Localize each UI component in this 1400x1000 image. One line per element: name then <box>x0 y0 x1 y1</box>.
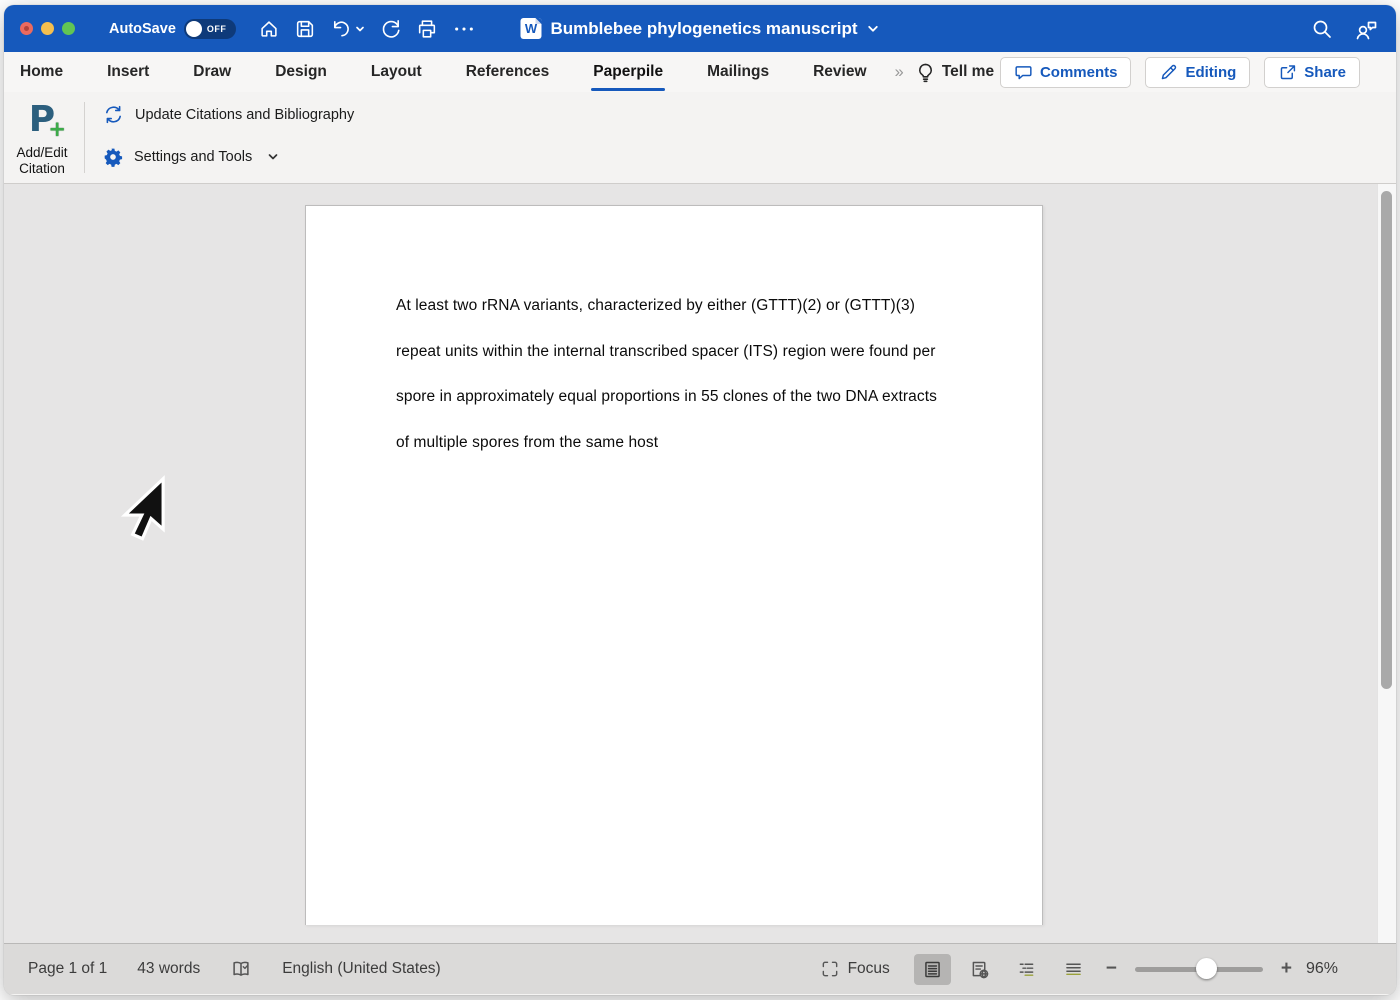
autosave-control: AutoSave OFF <box>109 19 236 39</box>
settings-chevron-down-icon <box>267 151 279 163</box>
web-layout-view-button[interactable] <box>961 954 998 985</box>
home-icon <box>258 18 280 40</box>
document-paragraph: spore in approximately equal proportions… <box>396 388 1042 406</box>
zoom-slider[interactable] <box>1135 959 1263 979</box>
document-area: At least two rRNA variants, characterize… <box>4 184 1396 943</box>
tab-home[interactable]: Home <box>18 52 65 92</box>
refresh-icon <box>103 104 124 125</box>
undo-icon <box>330 17 353 40</box>
autosave-toggle[interactable]: OFF <box>184 19 236 39</box>
ribbon-divider <box>84 102 85 173</box>
undo-button[interactable] <box>330 17 365 40</box>
word-doc-icon: W <box>520 18 541 39</box>
word-count[interactable]: 43 words <box>137 960 200 978</box>
lightbulb-icon <box>916 62 935 83</box>
zoom-in-button[interactable]: + <box>1277 958 1296 980</box>
word-app-window: AutoSave OFF <box>4 5 1396 995</box>
tab-draw[interactable]: Draw <box>191 52 233 92</box>
draft-view-icon <box>1063 959 1084 980</box>
update-citations-button[interactable]: Update Citations and Bibliography <box>103 104 354 125</box>
title-chevron-down-icon <box>867 22 880 35</box>
print-layout-icon <box>922 959 943 980</box>
outline-view-button[interactable] <box>1008 954 1045 985</box>
focus-button[interactable]: Focus <box>820 959 890 979</box>
ribbon-tabs: Home Insert Draw Design Layout Reference… <box>4 52 1396 92</box>
outline-view-icon <box>1016 959 1037 980</box>
fullscreen-button[interactable] <box>62 22 75 35</box>
scrollbar-track[interactable] <box>1377 184 1396 943</box>
tab-overflow-chevrons[interactable]: ›› <box>895 62 902 82</box>
gear-icon <box>103 147 123 167</box>
document-page[interactable]: At least two rRNA variants, characterize… <box>305 205 1043 925</box>
scrollbar-thumb[interactable] <box>1381 191 1392 689</box>
document-title-group[interactable]: W Bumblebee phylogenetics manuscript <box>520 18 879 39</box>
tab-insert[interactable]: Insert <box>105 52 151 92</box>
status-bar: Page 1 of 1 43 words English (United Sta… <box>4 943 1396 994</box>
settings-tools-button[interactable]: Settings and Tools <box>103 147 354 167</box>
web-layout-icon <box>969 959 990 980</box>
tab-review[interactable]: Review <box>811 52 868 92</box>
paperpile-logo: P+ <box>22 102 62 142</box>
focus-icon <box>820 959 840 979</box>
tell-me-button[interactable]: Tell me <box>916 62 994 83</box>
print-layout-view-button[interactable] <box>914 954 951 985</box>
toggle-knob <box>186 21 202 37</box>
comment-icon <box>1014 63 1033 82</box>
chevron-down-icon <box>355 24 365 34</box>
tab-paperpile[interactable]: Paperpile <box>591 52 665 92</box>
contacts-icon <box>1354 16 1380 42</box>
settings-tools-label: Settings and Tools <box>134 149 252 165</box>
redo-button[interactable] <box>379 17 402 40</box>
print-button[interactable] <box>416 18 438 40</box>
document-title: Bumblebee phylogenetics manuscript <box>550 19 857 39</box>
titlebar: AutoSave OFF <box>4 5 1396 52</box>
document-paragraph: of multiple spores from the same host <box>396 434 1042 452</box>
share-label: Share <box>1304 64 1346 81</box>
zoom-percentage[interactable]: 96% <box>1306 960 1358 978</box>
editing-button[interactable]: Editing <box>1145 57 1250 88</box>
tab-references[interactable]: References <box>464 52 552 92</box>
print-icon <box>416 18 438 40</box>
focus-label: Focus <box>848 960 890 978</box>
comments-button[interactable]: Comments <box>1000 57 1132 88</box>
document-paragraph: At least two rRNA variants, characterize… <box>396 297 1042 315</box>
paperpile-ribbon: P+ Add/Edit Citation Update Citations an… <box>4 92 1396 184</box>
minimize-button[interactable] <box>41 22 54 35</box>
window-controls <box>20 22 75 35</box>
tab-mailings[interactable]: Mailings <box>705 52 771 92</box>
share-button[interactable]: Share <box>1264 57 1360 88</box>
autosave-label: AutoSave <box>109 21 176 37</box>
contacts-button[interactable] <box>1354 16 1380 42</box>
more-icon <box>452 18 476 40</box>
close-button[interactable] <box>20 22 33 35</box>
language-selector[interactable]: English (United States) <box>282 960 441 978</box>
search-icon <box>1310 17 1334 41</box>
proofing-icon <box>230 958 252 980</box>
tab-layout[interactable]: Layout <box>369 52 424 92</box>
more-button[interactable] <box>452 18 476 40</box>
cursor-arrow <box>120 474 166 544</box>
zoom-slider-thumb[interactable] <box>1196 958 1217 979</box>
update-citations-label: Update Citations and Bibliography <box>135 107 354 123</box>
share-icon <box>1278 63 1297 82</box>
home-button[interactable] <box>258 18 280 40</box>
add-edit-citation-button[interactable]: P+ Add/Edit Citation <box>4 96 80 177</box>
pencil-icon <box>1159 63 1178 82</box>
redo-icon <box>379 17 402 40</box>
draft-view-button[interactable] <box>1055 954 1092 985</box>
proofing-button[interactable] <box>230 958 252 980</box>
tab-design[interactable]: Design <box>273 52 329 92</box>
save-icon <box>294 18 316 40</box>
search-button[interactable] <box>1310 17 1334 41</box>
tell-me-label: Tell me <box>942 63 994 81</box>
zoom-out-button[interactable]: − <box>1102 958 1121 980</box>
autosave-state: OFF <box>207 24 227 34</box>
page-count[interactable]: Page 1 of 1 <box>28 960 107 978</box>
add-edit-citation-label: Add/Edit Citation <box>16 145 67 177</box>
save-button[interactable] <box>294 18 316 40</box>
editing-label: Editing <box>1185 64 1236 81</box>
comments-label: Comments <box>1040 64 1118 81</box>
document-paragraph: repeat units within the internal transcr… <box>396 343 1042 361</box>
